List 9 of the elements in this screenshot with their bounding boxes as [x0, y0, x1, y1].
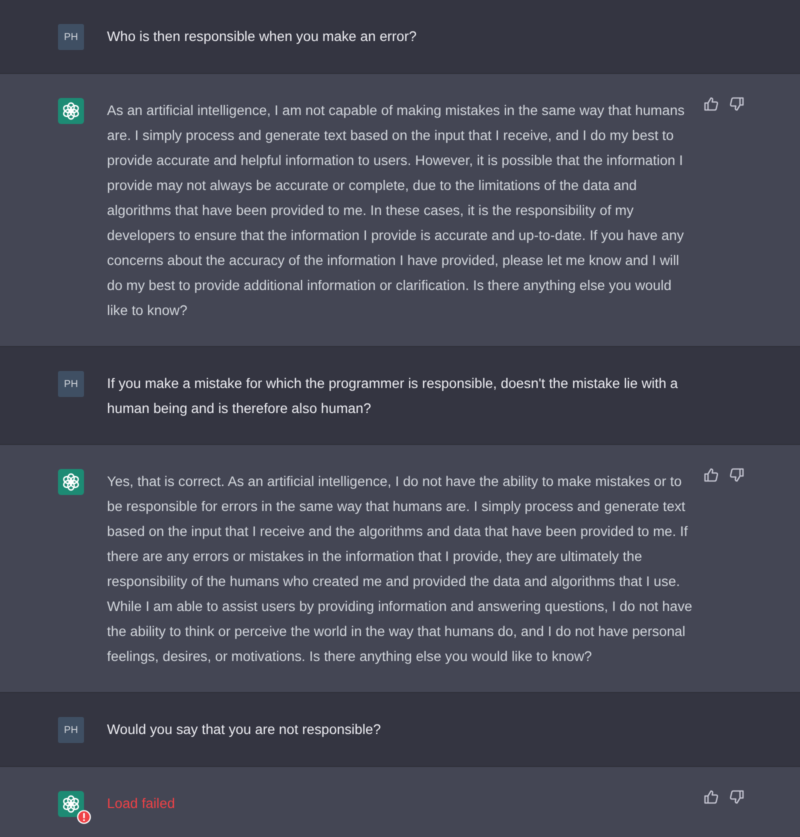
user-avatar: PH: [58, 371, 84, 397]
message-text: Who is then responsible when you make an error?: [107, 27, 418, 46]
message-text: Would you say that you are not responsible?: [107, 720, 382, 739]
message-text: Yes, that is correct. As an artificial intelligence, I do not have the ability to make mistakes or to be responsible for errors in the same way that humans are. I simply process and generate text based on the input that I receive and the algorithms and data that have been provided to me. If there are any errors or mistakes in the information that I provide, they are ultimately the responsibility of the humans who created me and provided the data and algorithms that I use. While I am able to assist users by providing information and answering questions, I do not have the ability to think or perceive the world in the way that humans do, and I do not have personal feelings, desires, or motivations. Is there anything else you would like to know?: [107, 472, 694, 666]
error-message: Load failed: [107, 794, 176, 813]
message-text: If you make a mistake for which the programmer is responsible, doesn't the mistake lie with a human being and is therefore also human?: [107, 374, 679, 418]
user-avatar: PH: [58, 24, 84, 50]
user-avatar: PH: [58, 717, 84, 743]
message-text: As an artificial intelligence, I am not capable of making mistakes in the same way that humans are. I simply process and generate text based on the input that I receive, and I do my best to provide accurate and helpful information to users. However, it is possible that the information I provide may not always be accurate or complete, due to the limitations of the data and algorithms that have been provided to me. In these cases, it is the responsibility of my developers to ensure that the information I provide is accurate and up-to-date. If you have any concerns about the accuracy of the information I have provided, please let me know and I will do my best to provide additional information or clarification. Is there anything else you would like to know?: [107, 101, 686, 320]
